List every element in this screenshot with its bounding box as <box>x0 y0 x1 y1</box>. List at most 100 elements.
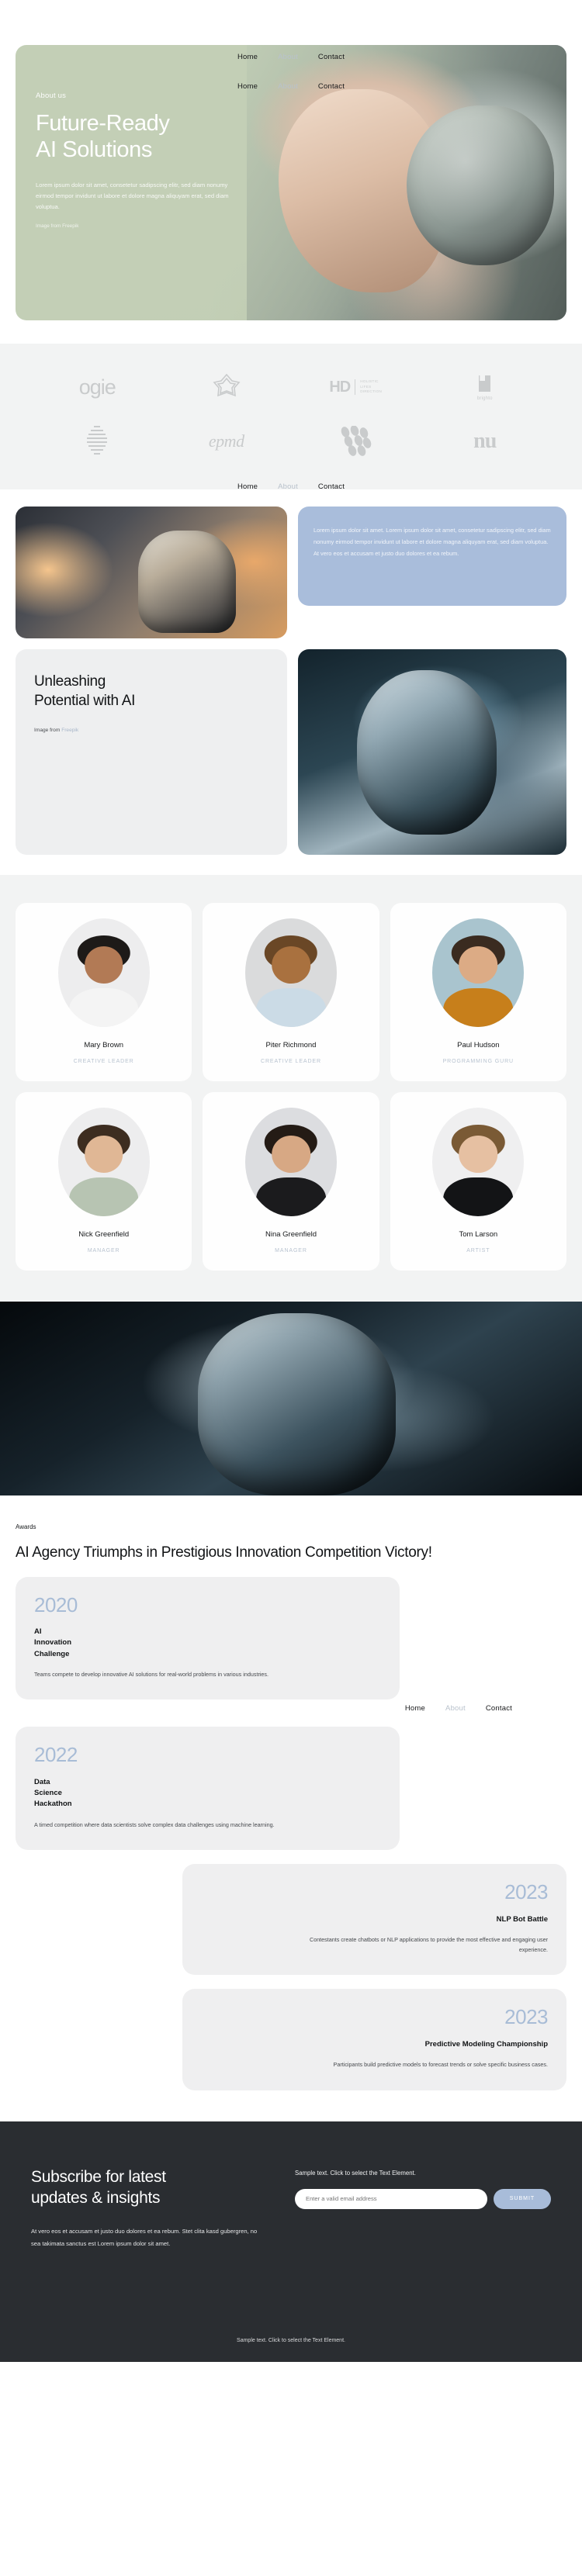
award-name: Data Science Hackathon <box>34 1777 72 1809</box>
hero-kicker: About us <box>36 92 67 100</box>
award-name: AI Innovation Challenge <box>34 1627 72 1658</box>
awards-section: Awards AI Agency Triumphs in Prestigious… <box>0 1495 582 2098</box>
awards-kicker: Awards <box>16 1523 36 1530</box>
robot-visor <box>170 559 209 589</box>
logo-epmd: epmd <box>208 431 244 451</box>
avatar-body <box>256 1177 326 1216</box>
team-member-name: Tom Larson <box>459 1230 498 1239</box>
avatar-body <box>68 987 139 1027</box>
avatar-head <box>84 946 123 984</box>
unleashing-heading-line2: Potential with AI <box>34 692 136 709</box>
team-member-card[interactable]: Nina Greenfield MANAGER <box>203 1092 379 1271</box>
award-description: Participants build predictive models to … <box>333 2061 548 2069</box>
avatar-head <box>84 1136 123 1173</box>
avatar-body <box>68 1177 139 1216</box>
awards-title: AI Agency Triumphs in Prestigious Innova… <box>16 1544 432 1561</box>
unleashing-text-card: Unleashing Potential with AI Image from … <box>16 649 287 855</box>
freepik-link[interactable]: Freepik <box>61 728 78 733</box>
footer-sample-text: Sample text. Click to select the Text El… <box>295 2169 416 2177</box>
award-year: 2020 <box>34 1592 78 1616</box>
nav-item-contact[interactable]: Contact <box>318 482 345 491</box>
nav-item-home[interactable]: Home <box>405 1704 425 1713</box>
nav-item-about[interactable]: About <box>278 53 298 61</box>
award-card: 2022 Data Science Hackathon A timed comp… <box>16 1727 400 1850</box>
avatar-head <box>459 1136 498 1173</box>
nav-item-contact[interactable]: Contact <box>318 53 345 61</box>
unleashing-heading-line1: Unleashing <box>34 673 106 690</box>
team-member-name: Nina Greenfield <box>265 1230 317 1239</box>
avatar <box>57 918 150 1027</box>
logo-brighto-text: brighto <box>476 396 493 401</box>
avatar-head <box>459 946 498 984</box>
team-member-card[interactable]: Paul Hudson PROGRAMMING GURU <box>390 903 566 1081</box>
footer-grid: Subscribe for latest updates & insights … <box>31 2166 551 2250</box>
team-member-role: PROGRAMMING GURU <box>442 1059 514 1064</box>
unleashing-section: Lorem ipsum dolor sit amet. Lorem ipsum … <box>0 489 582 855</box>
avatar <box>432 918 525 1027</box>
logo-dots-cluster <box>338 424 372 458</box>
team-member-role: MANAGER <box>87 1248 120 1253</box>
hero-image-credit: Image from Freepik <box>36 223 79 230</box>
logo-hd-mark: HD <box>329 378 351 396</box>
top-navigation[interactable]: Home About Contact <box>0 53 582 61</box>
logo-hd-subtext: HOLISTIC LIFES DIRECTION <box>360 379 383 394</box>
logo-nu: nu <box>473 429 497 453</box>
top-navigation-4[interactable]: Home About Contact <box>16 1704 582 1713</box>
award-year: 2022 <box>34 1743 78 1767</box>
team-member-name: Paul Hudson <box>457 1041 500 1049</box>
hero-title: Future-Ready AI Solutions <box>36 111 292 163</box>
top-navigation-2[interactable]: Home About Contact <box>0 482 582 491</box>
top-navigation-3[interactable]: Home About Contact <box>0 82 582 91</box>
hero-title-line1: Future-Ready <box>36 111 170 136</box>
award-description: Teams compete to develop innovative AI s… <box>34 1670 269 1678</box>
avatar-head <box>272 946 310 984</box>
footer-paragraph: At vero eos et accusam et justo duo dolo… <box>31 2228 258 2248</box>
submit-button[interactable]: SUBMIT <box>494 2188 551 2209</box>
team-member-role: CREATIVE LEADER <box>73 1059 134 1064</box>
team-member-role: CREATIVE LEADER <box>261 1059 321 1064</box>
avatar <box>244 918 337 1027</box>
logo-ogie: ogie <box>78 375 116 399</box>
award-description: A timed competition where data scientist… <box>34 1820 275 1828</box>
team-member-card[interactable]: Mary Brown CREATIVE LEADER <box>16 903 192 1081</box>
award-card: 2023 Predictive Modeling Championship Pa… <box>182 1989 566 2090</box>
team-member-card[interactable]: Piter Richmond CREATIVE LEADER <box>203 903 379 1081</box>
email-input[interactable] <box>295 2188 487 2209</box>
subscribe-form[interactable]: SUBMIT <box>295 2188 551 2209</box>
logo-flower-mark <box>211 370 242 404</box>
unleashing-row-top: Lorem ipsum dolor sit amet. Lorem ipsum … <box>16 507 566 638</box>
nav-item-about[interactable]: About <box>278 82 298 91</box>
blue-text-card: Lorem ipsum dolor sit amet. Lorem ipsum … <box>298 507 566 606</box>
team-member-name: Piter Richmond <box>265 1041 317 1049</box>
nav-item-home[interactable]: Home <box>237 482 258 491</box>
avatar <box>432 1108 525 1216</box>
logo-striped-oval <box>84 424 110 458</box>
full-width-robot-image <box>0 1302 582 1495</box>
nav-item-contact[interactable]: Contact <box>486 1704 512 1713</box>
avatar-body <box>443 1177 514 1216</box>
unleashing-row-bottom: Unleashing Potential with AI Image from … <box>16 649 566 855</box>
award-name: Predictive Modeling Championship <box>424 2040 548 2049</box>
avatar <box>57 1108 150 1216</box>
unleashing-credit: Image from Freepik <box>34 728 268 733</box>
team-member-role: ARTIST <box>466 1248 490 1253</box>
avatar <box>244 1108 337 1216</box>
nav-item-home[interactable]: Home <box>237 53 258 61</box>
nav-item-about[interactable]: About <box>278 482 298 491</box>
nav-item-home[interactable]: Home <box>237 82 258 91</box>
footer-heading-line1: Subscribe for latest <box>31 2167 166 2186</box>
footer-heading: Subscribe for latest updates & insights <box>31 2166 264 2209</box>
team-member-name: Mary Brown <box>84 1041 123 1049</box>
nav-item-contact[interactable]: Contact <box>318 82 345 91</box>
footer-heading-line2: updates & insights <box>31 2188 161 2207</box>
award-name: NLP Bot Battle <box>496 1914 548 1924</box>
nav-item-about[interactable]: About <box>445 1704 466 1713</box>
avatar-body <box>443 987 514 1027</box>
team-member-card[interactable]: Nick Greenfield MANAGER <box>16 1092 192 1271</box>
award-year: 2023 <box>504 2005 548 2029</box>
team-member-card[interactable]: Tom Larson ARTIST <box>390 1092 566 1271</box>
team-section: Home About Contact Mary Brown CREATIVE L… <box>0 82 582 1302</box>
team-member-role: MANAGER <box>275 1248 307 1253</box>
unleashing-credit-prefix: Image from <box>34 728 62 734</box>
award-year: 2023 <box>504 1879 548 1903</box>
